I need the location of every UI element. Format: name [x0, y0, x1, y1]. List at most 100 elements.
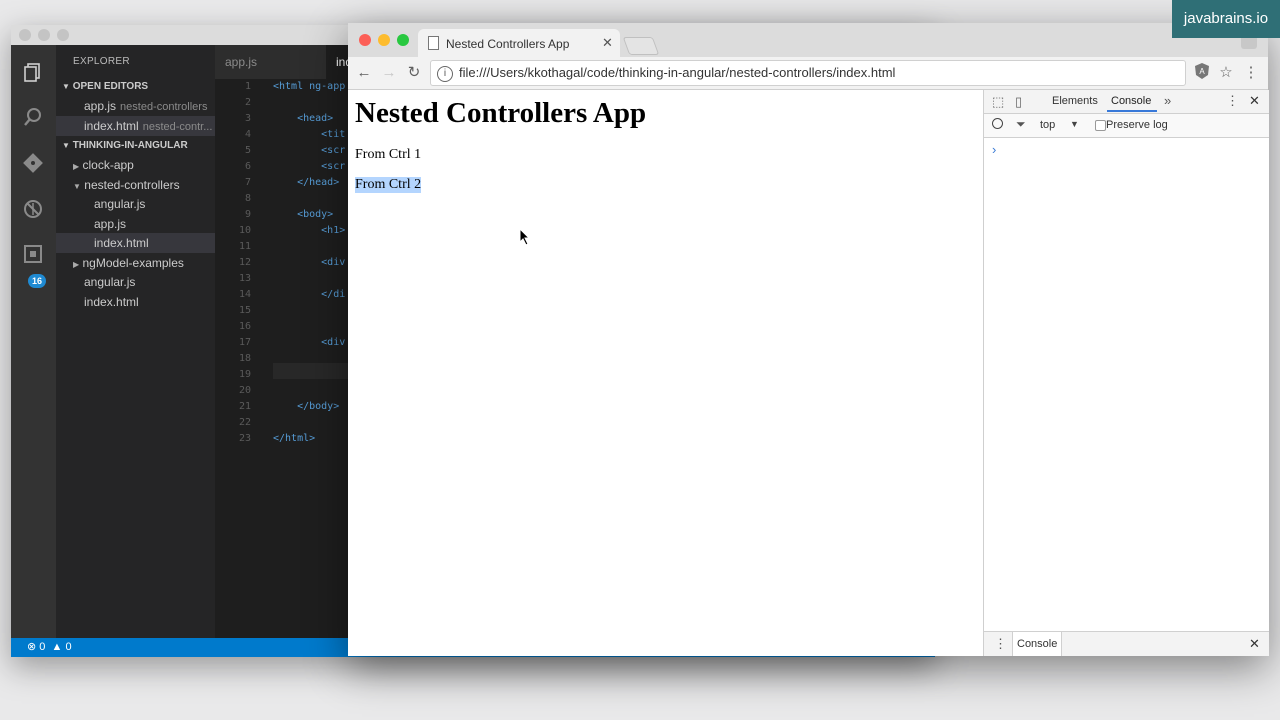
line-number: 5 [244, 145, 251, 156]
code-line: <scr [273, 161, 346, 172]
maximize-window-button[interactable] [57, 29, 69, 41]
code-line: <html ng-app [273, 81, 346, 92]
tree-item-label: index.html [94, 236, 149, 250]
errors-indicator[interactable]: ⊗ 0 ▲ 0 [27, 641, 72, 653]
context-selector[interactable]: top [1040, 119, 1055, 131]
line-number: 21 [238, 401, 251, 412]
drawer-menu-icon[interactable]: ⋮ [994, 636, 1007, 652]
minimize-window-button[interactable] [38, 29, 50, 41]
device-toolbar-icon[interactable]: ▯ [1015, 94, 1022, 110]
chevron-right-icon: ▶ [73, 260, 80, 269]
console-prompt[interactable]: › [992, 142, 996, 157]
tree-item-nested-controllers[interactable]: ▼ nested-controllers [56, 175, 215, 195]
tree-item-app-js[interactable]: app.js [56, 214, 215, 234]
debug-icon[interactable] [22, 198, 44, 220]
close-devtools-icon[interactable]: ✕ [1249, 93, 1260, 109]
address-bar[interactable]: i file:///Users/kkothagal/code/thinking-i… [430, 60, 1186, 86]
mouse-cursor-icon [519, 228, 531, 246]
console-toolbar: ⏷ top ▼ Preserve log [984, 114, 1269, 138]
browser-tab[interactable]: Nested Controllers App ✕ [418, 29, 620, 57]
open-editor-item[interactable]: index.html nested-contr... [56, 116, 215, 136]
minimize-window-button[interactable] [378, 34, 390, 46]
dropdown-arrow-icon[interactable]: ▼ [1070, 119, 1079, 129]
close-window-button[interactable] [19, 29, 31, 41]
ctrl1-text: From Ctrl 1 [355, 147, 422, 162]
chevron-down-icon: ▼ [62, 82, 70, 91]
line-number: 4 [244, 129, 251, 140]
devtools-tab-elements[interactable]: Elements [1052, 95, 1098, 107]
devtools-tab-console[interactable]: Console [1111, 95, 1151, 107]
tree-item-ngmodel-examples[interactable]: ▶ ngModel-examples [56, 253, 215, 273]
editor-tab-app-js[interactable]: app.js [215, 45, 267, 79]
open-editors-header[interactable]: ▼ OPEN EDITORS [62, 81, 148, 92]
tree-item-index-html[interactable]: index.html [56, 292, 215, 312]
warning-icon: ▲ [51, 641, 63, 653]
close-window-button[interactable] [359, 34, 371, 46]
watermark-logo: javabrains.io [1172, 0, 1280, 38]
new-tab-button[interactable] [622, 37, 660, 55]
line-number: 14 [238, 289, 251, 300]
info-icon[interactable]: i [437, 65, 453, 82]
open-editor-item[interactable]: app.js nested-controllers [56, 96, 215, 116]
line-number: 12 [238, 257, 251, 268]
files-icon[interactable] [22, 61, 44, 83]
extensions-icon[interactable] [22, 243, 44, 265]
inspect-element-icon[interactable]: ⬚ [992, 94, 1004, 110]
open-editor-folder: nested-controllers [120, 101, 208, 113]
filter-icon[interactable]: ⏷ [1016, 117, 1026, 132]
warning-count: 0 [65, 641, 72, 653]
tab-title: Nested Controllers App [446, 37, 570, 51]
reload-icon[interactable]: ↻ [404, 63, 424, 83]
tree-item-angular-js[interactable]: angular.js [56, 194, 215, 214]
open-editors-label: OPEN EDITORS [72, 81, 149, 92]
search-icon[interactable] [22, 106, 44, 128]
bookmark-star-icon[interactable]: ☆ [1216, 63, 1236, 83]
line-number-gutter: 1 2 3 4 5 6 7 8 9 10 11 12 13 14 15 16 17 18 19 20 21 22 23 [215, 79, 265, 447]
page-icon [428, 36, 439, 50]
code-editor[interactable]: <html ng-app <head> <tit <scr <scr </hea… [273, 79, 348, 447]
chevron-down-icon: ▼ [62, 141, 70, 150]
code-line: <div [273, 337, 346, 348]
tree-item-angular-js[interactable]: angular.js [56, 272, 215, 292]
open-editor-name: app.js [84, 99, 117, 113]
code-line: <h1> [273, 225, 346, 236]
line-number: 22 [238, 417, 251, 428]
close-tab-icon[interactable]: ✕ [602, 35, 613, 51]
project-header[interactable]: ▼ THINKING-IN-ANGULAR [62, 140, 188, 151]
explorer-title: EXPLORER [73, 56, 130, 67]
clear-console-icon[interactable] [992, 118, 1003, 129]
back-icon[interactable]: ← [354, 63, 374, 83]
close-drawer-icon[interactable]: ✕ [1249, 636, 1260, 652]
chevron-right-icon: ▶ [73, 162, 80, 171]
angular-extension-icon[interactable]: A [1192, 63, 1212, 83]
current-line-highlight [273, 363, 348, 379]
forward-icon[interactable]: → [379, 63, 399, 83]
tree-item-label: clock-app [82, 158, 134, 172]
line-number: 11 [238, 241, 251, 252]
tree-item-clock-app[interactable]: ▶ clock-app [56, 155, 215, 175]
devtools-menu-icon[interactable]: ⋮ [1226, 93, 1239, 109]
error-count: 0 [39, 641, 46, 653]
svg-text:A: A [1199, 67, 1205, 76]
tree-item-index-html[interactable]: index.html [56, 233, 215, 253]
line-number: 23 [238, 433, 251, 444]
git-icon[interactable] [22, 152, 44, 174]
line-number: 2 [244, 97, 251, 108]
menu-icon[interactable]: ⋮ [1241, 63, 1261, 83]
ctrl2-text: From Ctrl 2 [355, 177, 422, 193]
browser-toolbar: ← → ↻ i file:///Users/kkothagal/code/thin… [348, 57, 1268, 90]
devtools-tab-bar: ⬚ ▯ Elements Console » ⋮ ✕ [984, 90, 1269, 114]
url-text: file:///Users/kkothagal/code/thinking-in… [459, 65, 896, 80]
code-line: <scr [273, 145, 346, 156]
preserve-log-checkbox[interactable] [1095, 120, 1106, 131]
maximize-window-button[interactable] [397, 34, 409, 46]
line-number: 17 [238, 337, 251, 348]
drawer-tab-console[interactable]: Console [1012, 632, 1063, 656]
more-tabs-icon[interactable]: » [1164, 93, 1171, 108]
line-number: 9 [244, 209, 251, 220]
